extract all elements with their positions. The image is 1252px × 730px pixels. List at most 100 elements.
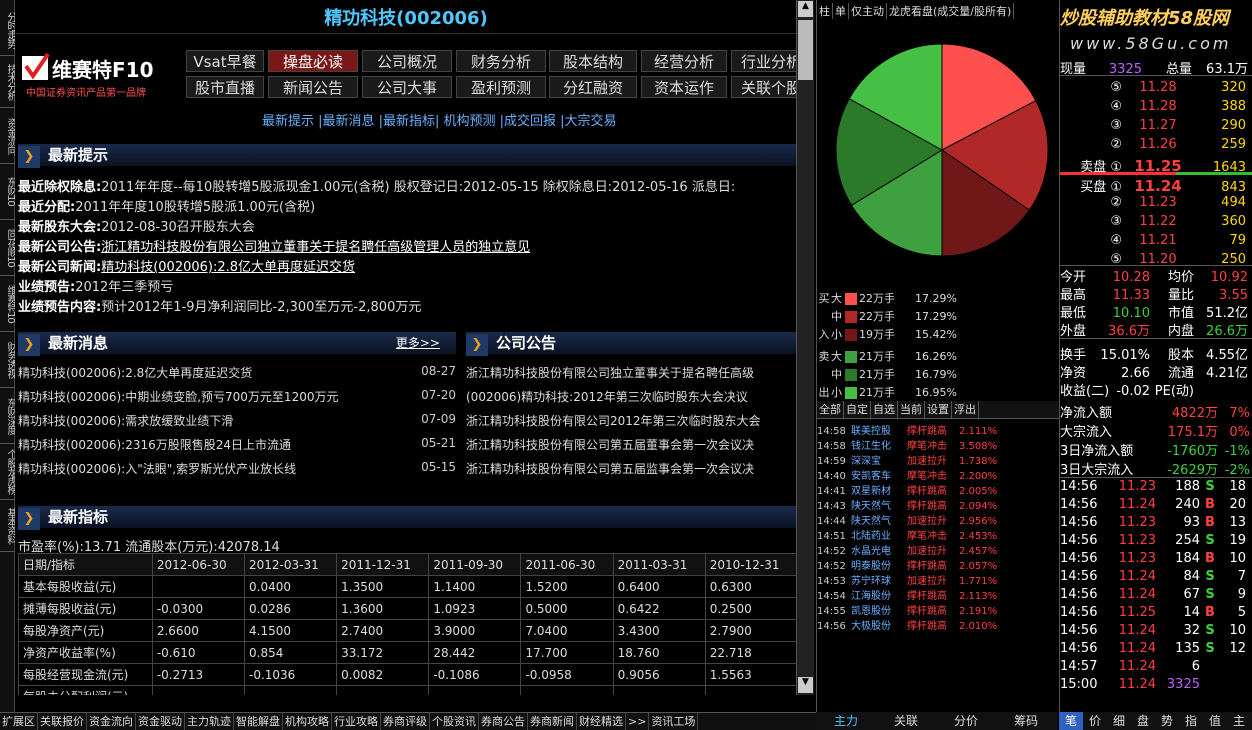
nav-tab[interactable]: 资本运作 <box>641 76 727 98</box>
right-bottom-tab[interactable]: 主 <box>1227 712 1251 730</box>
announcement-item[interactable]: 浙江精功科技股份有限公司第五届董事会第一次会议决 <box>466 436 796 453</box>
alert-row[interactable]: 14:51 北陆药业 摩笔冲击 2.453% <box>817 527 1059 542</box>
alert-row[interactable]: 14:41 双星新材 撑杆跳高 2.005% <box>817 482 1059 497</box>
bottom-tab[interactable]: 财经精选 <box>577 713 626 730</box>
bottom-tab[interactable]: 券商评级 <box>381 713 430 730</box>
alert-row[interactable]: 14:53 苏宁环球 加速拉升 1.771% <box>817 572 1059 587</box>
bottom-tab[interactable]: 券商新闻 <box>528 713 577 730</box>
right-bottom-tab[interactable]: 势 <box>1155 712 1179 730</box>
mid-tab[interactable]: 柱 <box>817 3 833 19</box>
right-bottom-tab[interactable]: 指 <box>1179 712 1203 730</box>
left-tab[interactable]: 维赛特10 <box>0 276 15 332</box>
alert-row[interactable]: 14:54 江海股份 撑杆跳高 2.113% <box>817 587 1059 602</box>
bottom-tab[interactable]: 关联报价 <box>38 713 87 730</box>
alert-row[interactable]: 14:58 联美控股 撑杆跳高 2.111% <box>817 422 1059 437</box>
nav-tab[interactable]: 经营分析 <box>641 50 727 72</box>
tick-count: 19 <box>1229 533 1246 548</box>
sub-links[interactable]: 最新提示 |最新消息 |最新指标| 机构预测 |成交回报 |大宗交易 <box>262 110 617 129</box>
more-link[interactable]: 更多>> <box>396 332 440 354</box>
list-tab[interactable]: 全部 <box>817 401 844 419</box>
list-tab[interactable]: 自定 <box>844 401 871 419</box>
mid-bottom-tab[interactable]: 分价 <box>936 712 996 730</box>
news-item[interactable]: 精功科技(002006):2.8亿大单再度延迟交货 08-27 <box>18 364 456 381</box>
nav-tab[interactable]: 财务分析 <box>456 50 546 72</box>
alert-row[interactable]: 14:43 陕天然气 撑杆跳高 2.094% <box>817 497 1059 512</box>
mid-bottom-tab[interactable]: 筹码 <box>996 712 1056 730</box>
nav-tab[interactable]: 股本结构 <box>549 50 637 72</box>
right-bottom-tab[interactable]: 细 <box>1107 712 1131 730</box>
right-bottom-tab[interactable]: 价 <box>1083 712 1107 730</box>
announcement-item[interactable]: 浙江精功科技股份有限公司独立董事关于提名聘任高级 <box>466 364 796 381</box>
bottom-tab[interactable]: 行业攻略 <box>332 713 381 730</box>
nav-tab[interactable]: 盈利预测 <box>456 76 546 98</box>
left-tab[interactable]: 技术分析 <box>0 56 15 108</box>
bottom-tab[interactable]: 资讯工场 <box>649 713 699 730</box>
alert-row[interactable]: 14:40 安凯客车 摩笔冲击 2.200% <box>817 467 1059 482</box>
nav-tab[interactable]: 新闻公告 <box>268 76 358 98</box>
alert-row[interactable]: 14:59 深深宝 加速拉升 1.738% <box>817 452 1059 467</box>
alert-row[interactable]: 14:52 水晶光电 加速拉升 2.457% <box>817 542 1059 557</box>
nav-tab[interactable]: 分红融资 <box>549 76 637 98</box>
right-bottom-tab[interactable]: 盘 <box>1131 712 1155 730</box>
nav-tab[interactable]: 公司大事 <box>362 76 452 98</box>
mid-tab[interactable]: 仅主动 <box>849 3 887 19</box>
mid-tab[interactable]: 龙虎看盘(成交量/股所有) <box>887 3 1015 19</box>
bottom-tab[interactable]: 券商公告 <box>479 713 528 730</box>
nav-tab[interactable]: Vsat早餐 <box>186 50 264 72</box>
right-bottom-tab[interactable]: 笔 <box>1059 712 1083 730</box>
announcement-item[interactable]: (002006)精功科技:2012年第三次临时股东大会决议 <box>466 388 796 405</box>
alert-event: 摩笔冲击 <box>907 471 947 482</box>
alert-row[interactable]: 14:55 凯恩股份 撑杆跳高 2.191% <box>817 602 1059 617</box>
nav-tab[interactable]: 行业分析 <box>731 50 796 72</box>
right-bottom-tab[interactable]: 值 <box>1203 712 1227 730</box>
news-item[interactable]: 精功科技(002006):入"法眼",索罗斯光伏产业放长线 05-15 <box>18 460 456 477</box>
news-item[interactable]: 精功科技(002006):2316万股限售股24日上市流通 05-21 <box>18 436 456 453</box>
table-cell: 净资产收益率(%) <box>18 641 153 664</box>
mid-bottom-tab[interactable]: 关联 <box>876 712 936 730</box>
mid-tab[interactable]: 单 <box>833 3 849 19</box>
bottom-tab[interactable]: 资金流向 <box>87 713 136 730</box>
left-tab[interactable]: 资金流向 <box>0 108 15 164</box>
table-header-cell: 2012-03-31 <box>243 553 338 576</box>
alert-row[interactable]: 14:58 钱江生化 摩笔冲击 3.508% <box>817 437 1059 452</box>
announcement-item[interactable]: 浙江精功科技股份有限公司2012年第三次临时股东大会 <box>466 412 796 429</box>
list-tab[interactable]: 浮出 <box>952 401 979 419</box>
alert-row[interactable]: 14:44 陕天然气 加速拉升 2.956% <box>817 512 1059 527</box>
nav-tab[interactable]: 操盘必读 <box>268 50 358 72</box>
scroll-up-icon[interactable]: ▲ <box>798 1 813 17</box>
mid-bottom-tab[interactable]: 主力 <box>816 712 876 730</box>
left-tab[interactable]: 个股龙虎榜 <box>0 444 15 500</box>
left-tab[interactable]: 东财10 <box>0 164 15 220</box>
alert-row[interactable]: 14:52 明泰股份 撑杆跳高 2.057% <box>817 557 1059 572</box>
bottom-tab[interactable]: 个股资讯 <box>430 713 479 730</box>
nav-tab[interactable]: 公司概况 <box>362 50 452 72</box>
scroll-down-icon[interactable]: ▼ <box>798 677 813 693</box>
bottom-tab[interactable]: >> <box>626 713 650 730</box>
list-tab[interactable]: 当前 <box>898 401 925 419</box>
main-scrollbar[interactable]: ▲ ▼ <box>796 0 814 695</box>
left-tab[interactable]: 基本资料 <box>0 500 15 552</box>
bottom-tab[interactable]: 资金驱动 <box>136 713 185 730</box>
tip-link[interactable]: 浙江精功科技股份有限公司独立董事关于提名聘任高级管理人员的独立意见 <box>101 240 530 255</box>
left-tab[interactable]: 分时走势 <box>0 4 15 56</box>
nav-tab[interactable]: 股市直播 <box>186 76 264 98</box>
bottom-tab[interactable]: 主力轨迹 <box>185 713 234 730</box>
tip-link[interactable]: 精功科技(002006):2.8亿大单再度延迟交货 <box>101 260 355 275</box>
bottom-tab[interactable]: 智能解盘 <box>234 713 283 730</box>
list-tab[interactable]: 设置 <box>925 401 952 419</box>
news-item[interactable]: 精功科技(002006):中期业绩变脸,预亏700万元至1200万元 07-20 <box>18 388 456 405</box>
list-tab[interactable]: 自选 <box>871 401 898 419</box>
alert-row[interactable]: 14:56 大极股份 撑杆跳高 2.010% <box>817 617 1059 632</box>
left-tab[interactable]: 同花顺10 <box>0 220 15 276</box>
nav-tab[interactable]: 关联个股 <box>731 76 796 98</box>
scroll-thumb[interactable] <box>798 20 813 80</box>
bottom-tab[interactable]: 机构攻略 <box>283 713 332 730</box>
bottom-tab[interactable]: 扩展区 <box>0 713 38 730</box>
news-title: 精功科技(002006):2.8亿大单再度延迟交货 <box>18 366 253 380</box>
left-tab[interactable]: 东财深度 <box>0 388 15 444</box>
announcement-item[interactable]: 浙江精功科技股份有限公司第五届监事会第一次会议决 <box>466 460 796 477</box>
flow-row: 3日大宗流入 -2629万 -2% <box>1060 459 1252 478</box>
left-tab[interactable]: 财务透视 <box>0 332 15 388</box>
news-item[interactable]: 精功科技(002006):需求放缓致业绩下滑 07-09 <box>18 412 456 429</box>
ask-row: ⑤ 11.28 320 <box>1060 80 1252 98</box>
